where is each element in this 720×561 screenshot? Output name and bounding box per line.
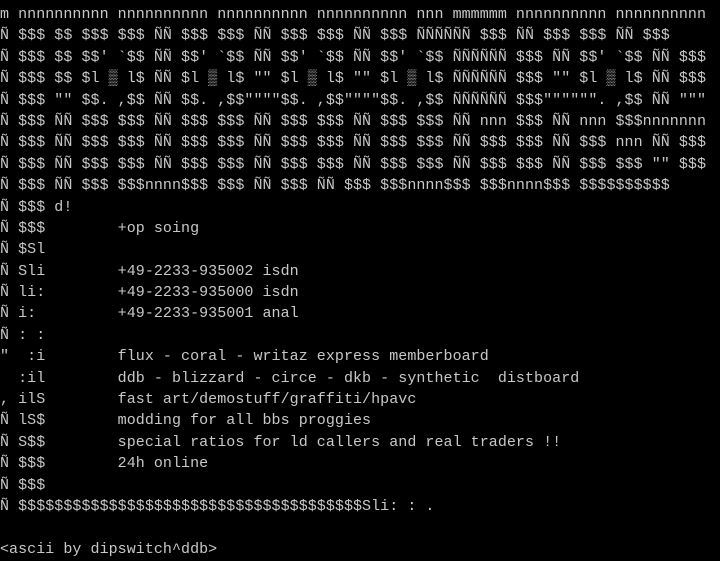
terminal-window[interactable]: m nnnnnnnnnn nnnnnnnnnn nnnnnnnnnn nnnnn… [0, 0, 720, 561]
feature-line: , ilS fast art/demostuff/graffiti/hpavc [0, 391, 417, 409]
credit-line: <ascii by dipswitch^ddb> [0, 540, 218, 558]
logo-line: Ñ $$$ $$ $l ▒ l$ ÑÑ $l ▒ l$ "" $l ▒ l$ "… [0, 70, 707, 88]
logo-line: Ñ $$$ ÑÑ $$$ $$$nnnn$$$ $$$ ÑÑ $$$ ÑÑ $$… [0, 177, 670, 195]
feature-line: Ñ S$$ special ratios for ld callers and … [0, 433, 562, 451]
info-line: Ñ : : [0, 326, 46, 344]
phone-number-line: Ñ Sli +49-2233-935002 isdn [0, 262, 299, 280]
logo-line: Ñ $$$ ÑÑ $$$ $$$ ÑÑ $$$ $$$ ÑÑ $$$ $$$ Ñ… [0, 134, 707, 152]
logo-line: Ñ $$$ ÑÑ $$$ $$$ ÑÑ $$$ $$$ ÑÑ $$$ $$$ Ñ… [0, 155, 707, 173]
logo-line: Ñ $$$ $$ $$$ $$$ ÑÑ $$$ $$$ ÑÑ $$$ $$$ Ñ… [0, 27, 670, 45]
info-line: Ñ $Sl [0, 241, 46, 259]
logo-line: Ñ $$$ $$ $$' `$$ ÑÑ $$' `$$ ÑÑ $$' `$$ Ñ… [0, 48, 707, 66]
info-line: Ñ $$$ d! [0, 198, 73, 216]
ansi-screen: m nnnnnnnnnn nnnnnnnnnn nnnnnnnnnn nnnnn… [0, 4, 720, 560]
info-line: Ñ $$$ [0, 476, 46, 494]
feature-line: Ñ lS$ modding for all bbs proggies [0, 412, 372, 430]
sysop-line: Ñ $$$ +op soing [0, 219, 200, 237]
logo-line: Ñ $$$ ÑÑ $$$ $$$ ÑÑ $$$ $$$ ÑÑ $$$ $$$ Ñ… [0, 112, 707, 130]
phone-number-line: Ñ li: +49-2233-935000 isdn [0, 284, 299, 302]
footer-border-line: Ñ $$$$$$$$$$$$$$$$$$$$$$$$$$$$$$$$$$$$$$… [0, 497, 435, 515]
online-hours-line: Ñ $$$ 24h online [0, 455, 209, 473]
memberboard-line: " :i flux - coral - writaz express membe… [0, 348, 489, 366]
distboard-line: :il ddb - blizzard - circe - dkb - synth… [0, 369, 580, 387]
phone-number-line: Ñ i: +49-2233-935001 anal [0, 305, 299, 323]
logo-line: m nnnnnnnnnn nnnnnnnnnn nnnnnnnnnn nnnnn… [0, 6, 707, 23]
logo-line: Ñ $$$ "" $$. ,$$ ÑÑ $$. ,$$""""$$. ,$$""… [0, 91, 707, 109]
